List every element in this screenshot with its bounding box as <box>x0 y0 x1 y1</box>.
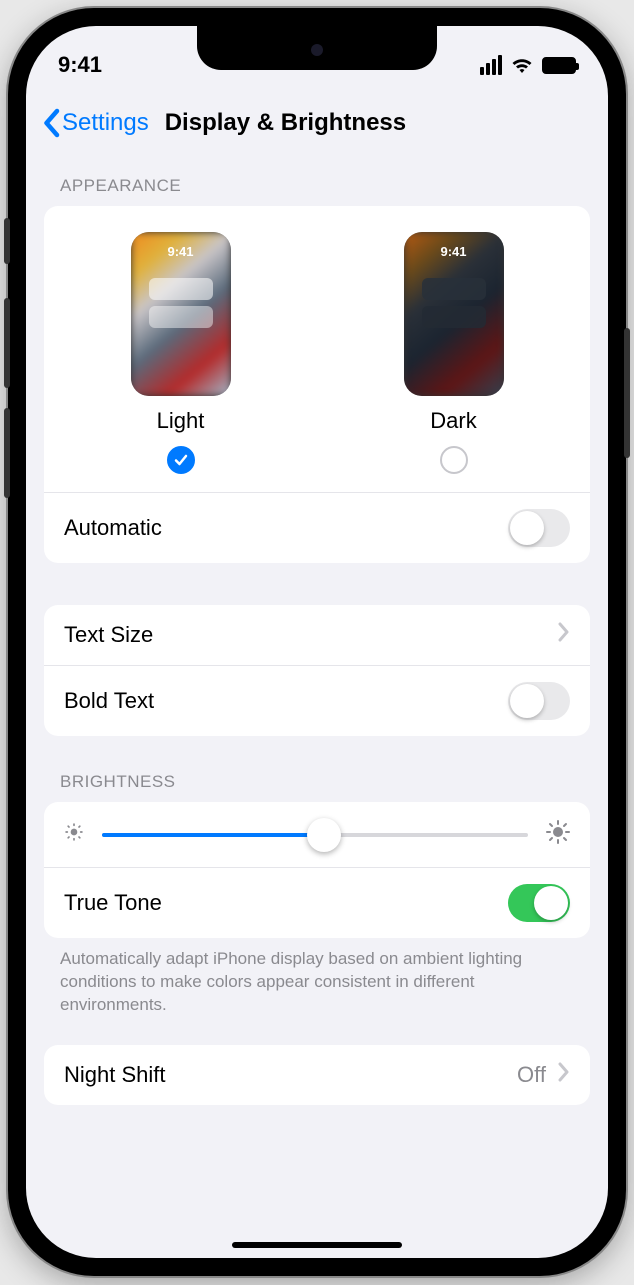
chevron-left-icon <box>42 108 60 138</box>
power-button <box>624 328 630 458</box>
nightshift-row[interactable]: Night Shift Off <box>44 1045 590 1105</box>
truetone-footnote: Automatically adapt iPhone display based… <box>26 938 608 1017</box>
light-preview: 9:41 <box>131 232 231 396</box>
back-button[interactable]: Settings <box>42 108 149 138</box>
preview-widget <box>149 278 213 300</box>
preview-widget <box>149 306 213 328</box>
back-label: Settings <box>62 109 149 137</box>
chevron-right-icon <box>558 622 570 648</box>
page-title: Display & Brightness <box>149 109 592 137</box>
light-radio[interactable] <box>167 446 195 474</box>
appearance-options: 9:41 Light 9:41 <box>44 206 590 493</box>
brightness-card: True Tone <box>44 802 590 938</box>
cellular-icon <box>480 55 502 75</box>
notch <box>197 26 437 70</box>
bold-text-switch[interactable] <box>508 682 570 720</box>
phone-frame: 9:41 Settings Display & Brightness Appea… <box>8 8 626 1276</box>
appearance-option-dark[interactable]: 9:41 Dark <box>404 232 504 474</box>
automatic-switch[interactable] <box>508 509 570 547</box>
volume-down-button <box>4 408 10 498</box>
checkmark-icon <box>173 452 189 468</box>
nightshift-label: Night Shift <box>64 1062 166 1088</box>
ringer-switch <box>4 218 10 264</box>
truetone-row: True Tone <box>44 868 590 938</box>
brightness-knob[interactable] <box>307 818 341 852</box>
chevron-right-icon <box>558 1062 570 1088</box>
automatic-label: Automatic <box>64 515 162 541</box>
home-indicator[interactable] <box>232 1242 402 1248</box>
dark-radio[interactable] <box>440 446 468 474</box>
appearance-card: 9:41 Light 9:41 <box>44 206 590 563</box>
nightshift-card: Night Shift Off <box>44 1045 590 1105</box>
dark-label: Dark <box>430 408 476 434</box>
preview-widget <box>422 278 486 300</box>
volume-up-button <box>4 298 10 388</box>
nightshift-value: Off <box>517 1062 546 1088</box>
preview-time: 9:41 <box>131 244 231 259</box>
text-size-label: Text Size <box>64 622 153 648</box>
screen: 9:41 Settings Display & Brightness Appea… <box>26 26 608 1258</box>
text-size-row[interactable]: Text Size <box>44 605 590 665</box>
status-time: 9:41 <box>58 52 102 78</box>
brightness-fill <box>102 833 324 837</box>
appearance-header: Appearance <box>26 160 608 206</box>
sun-bright-icon <box>546 820 570 849</box>
preview-time: 9:41 <box>404 244 504 259</box>
truetone-label: True Tone <box>64 890 162 916</box>
bold-text-row: Bold Text <box>44 665 590 736</box>
nav-bar: Settings Display & Brightness <box>26 94 608 160</box>
brightness-slider-row <box>44 802 590 868</box>
wifi-icon <box>510 56 534 74</box>
status-right <box>480 55 576 75</box>
light-label: Light <box>157 408 205 434</box>
automatic-row: Automatic <box>44 493 590 563</box>
preview-widget <box>422 306 486 328</box>
truetone-switch[interactable] <box>508 884 570 922</box>
brightness-slider[interactable] <box>102 833 528 837</box>
brightness-header: Brightness <box>26 736 608 802</box>
appearance-option-light[interactable]: 9:41 Light <box>131 232 231 474</box>
text-card: Text Size Bold Text <box>44 605 590 736</box>
sun-dim-icon <box>64 822 84 847</box>
dark-preview: 9:41 <box>404 232 504 396</box>
battery-icon <box>542 57 576 74</box>
bold-text-label: Bold Text <box>64 688 154 714</box>
